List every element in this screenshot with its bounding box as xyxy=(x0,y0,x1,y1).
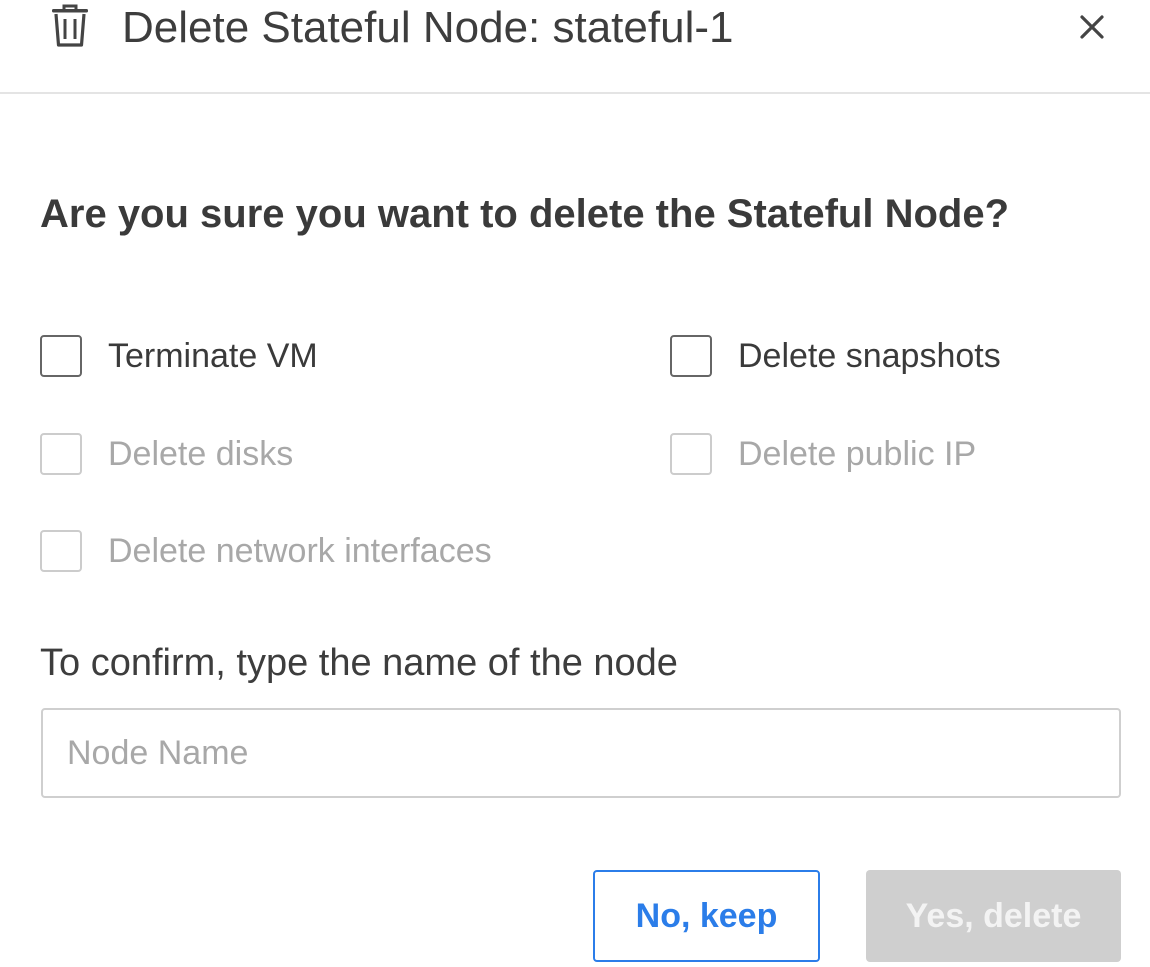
option-delete-network-interfaces: Delete network interfaces xyxy=(40,527,492,575)
option-delete-disks: Delete disks xyxy=(40,430,293,478)
delete-node-dialog: Delete Stateful Node: stateful-1 Are you… xyxy=(0,0,1150,967)
delete-public-ip-label: Delete public IP xyxy=(738,435,977,473)
node-name-input[interactable] xyxy=(41,708,1121,798)
option-terminate-vm[interactable]: Terminate VM xyxy=(40,332,318,380)
no-keep-button[interactable]: No, keep xyxy=(593,870,820,962)
delete-disks-label: Delete disks xyxy=(108,435,294,473)
confirmation-question: Are you sure you want to delete the Stat… xyxy=(40,192,1010,236)
terminate-vm-checkbox[interactable] xyxy=(40,335,82,377)
option-delete-snapshots[interactable]: Delete snapshots xyxy=(670,332,1001,380)
delete-network-interfaces-checkbox xyxy=(40,530,82,572)
yes-delete-button[interactable]: Yes, delete xyxy=(866,870,1121,962)
delete-snapshots-checkbox[interactable] xyxy=(670,335,712,377)
delete-snapshots-label: Delete snapshots xyxy=(738,337,1001,375)
delete-network-interfaces-label: Delete network interfaces xyxy=(108,532,492,570)
dialog-title: Delete Stateful Node: stateful-1 xyxy=(122,3,734,52)
delete-disks-checkbox xyxy=(40,433,82,475)
delete-public-ip-checkbox xyxy=(670,433,712,475)
terminate-vm-label: Terminate VM xyxy=(108,337,318,375)
dialog-header: Delete Stateful Node: stateful-1 xyxy=(0,0,1150,94)
option-delete-public-ip: Delete public IP xyxy=(670,430,976,478)
trash-icon xyxy=(52,4,88,47)
confirm-instruction: To confirm, type the name of the node xyxy=(40,642,678,684)
close-icon[interactable] xyxy=(1070,4,1114,48)
